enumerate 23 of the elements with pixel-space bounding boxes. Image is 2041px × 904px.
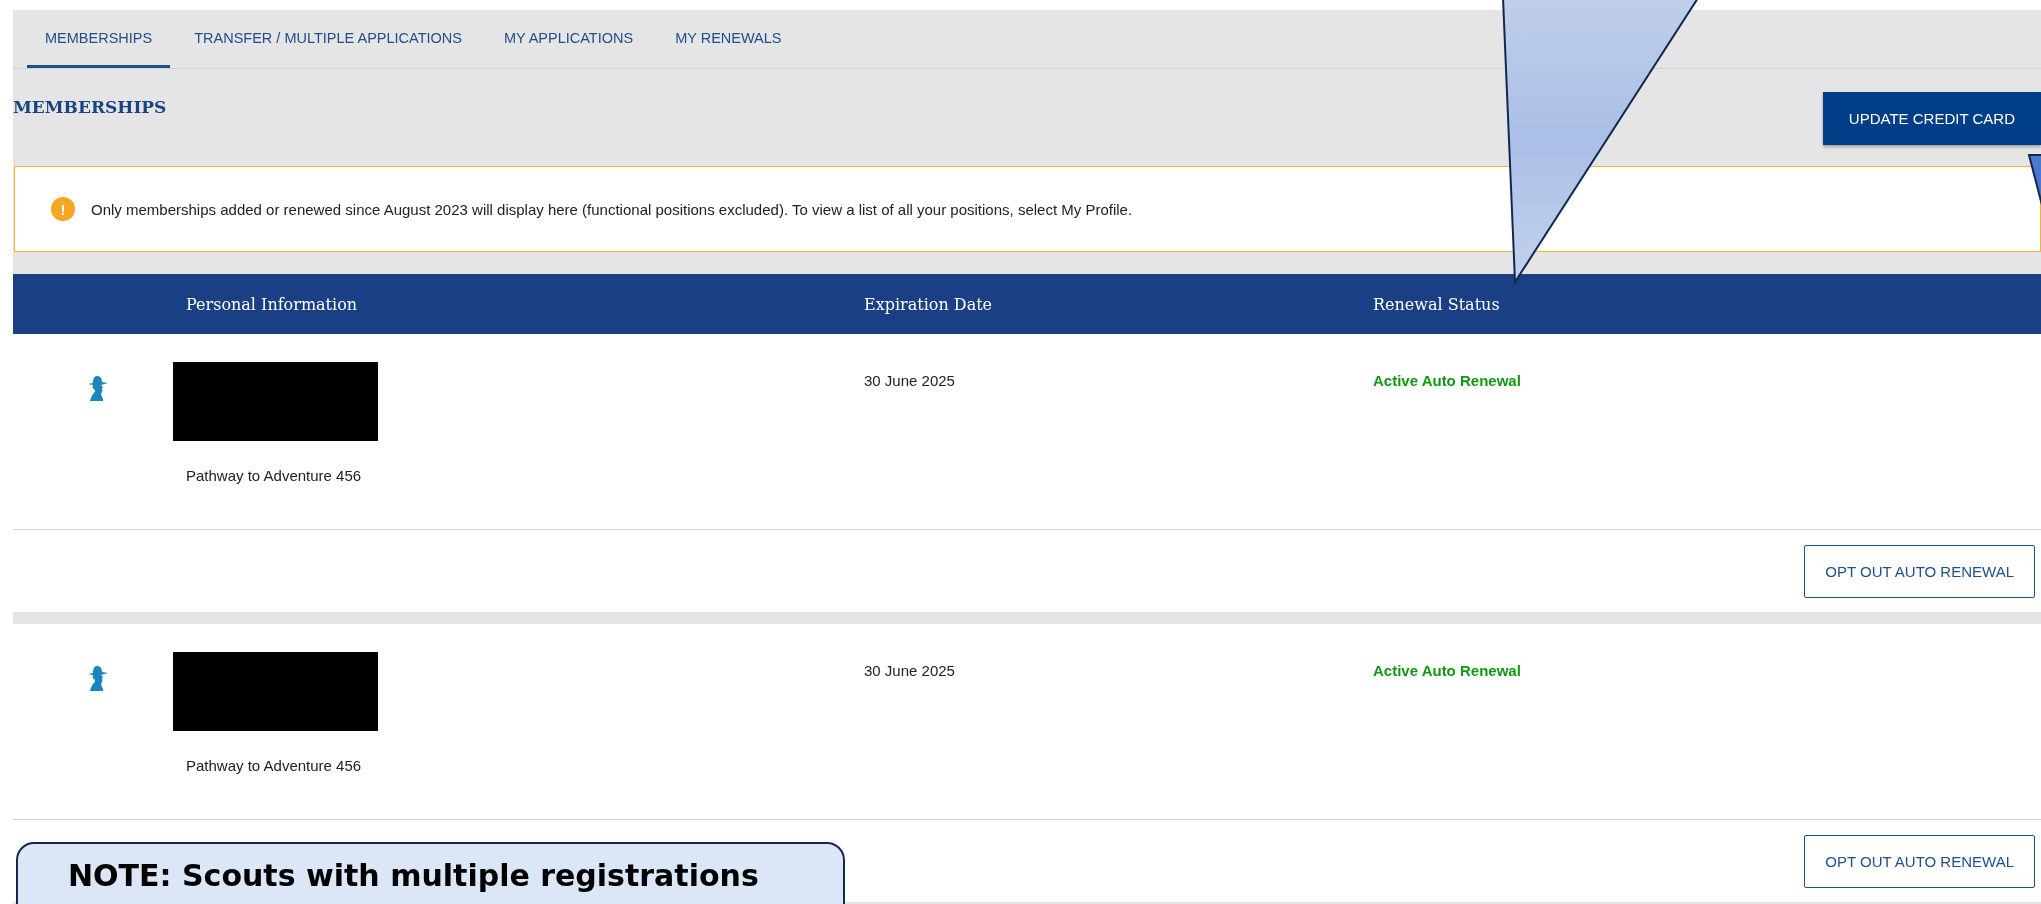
warning-icon: ! bbox=[51, 197, 75, 221]
column-header: Expiration Date bbox=[863, 294, 994, 314]
opt-out-button[interactable]: OPT OUT AUTO RENEWAL bbox=[1804, 834, 2035, 888]
scout-silhouette-icon bbox=[87, 374, 109, 402]
renewal-status: Active Auto Renewal bbox=[1372, 371, 1522, 389]
unit-name: Pathway to Adventure 456 bbox=[186, 467, 362, 484]
column-header: Personal Information bbox=[185, 294, 359, 314]
update-credit-card-button[interactable]: UPDATE CREDIT CARD bbox=[1822, 92, 2041, 145]
renewal-status: Active Auto Renewal bbox=[1372, 661, 1522, 679]
column-header: Renewal Status bbox=[1372, 294, 1501, 314]
section-heading: MEMBERSHIPS bbox=[13, 97, 167, 117]
unit-name: Pathway to Adventure 456 bbox=[186, 757, 362, 774]
expiration-date: 30 June 2025 bbox=[863, 661, 956, 679]
nav-tab[interactable]: TRANSFER / MULTIPLE APPLICATIONS bbox=[176, 10, 480, 68]
nav-tab[interactable]: MY APPLICATIONS bbox=[485, 10, 652, 68]
note-text: NOTE: Scouts with multiple registrations bbox=[68, 858, 759, 893]
scout-silhouette-icon bbox=[87, 664, 109, 692]
expiration-date: 30 June 2025 bbox=[863, 371, 956, 389]
callout-pointer bbox=[2027, 154, 2041, 206]
opt-out-button[interactable]: OPT OUT AUTO RENEWAL bbox=[1804, 544, 2035, 598]
nav-tab[interactable]: MEMBERSHIPS bbox=[27, 10, 171, 68]
alert-text: Only memberships added or renewed since August 2023 will display here (functional positions excluded). To view a list of all your positions, select My Profile. bbox=[91, 200, 1133, 218]
nav-tab[interactable]: MY RENEWALS bbox=[657, 10, 800, 68]
